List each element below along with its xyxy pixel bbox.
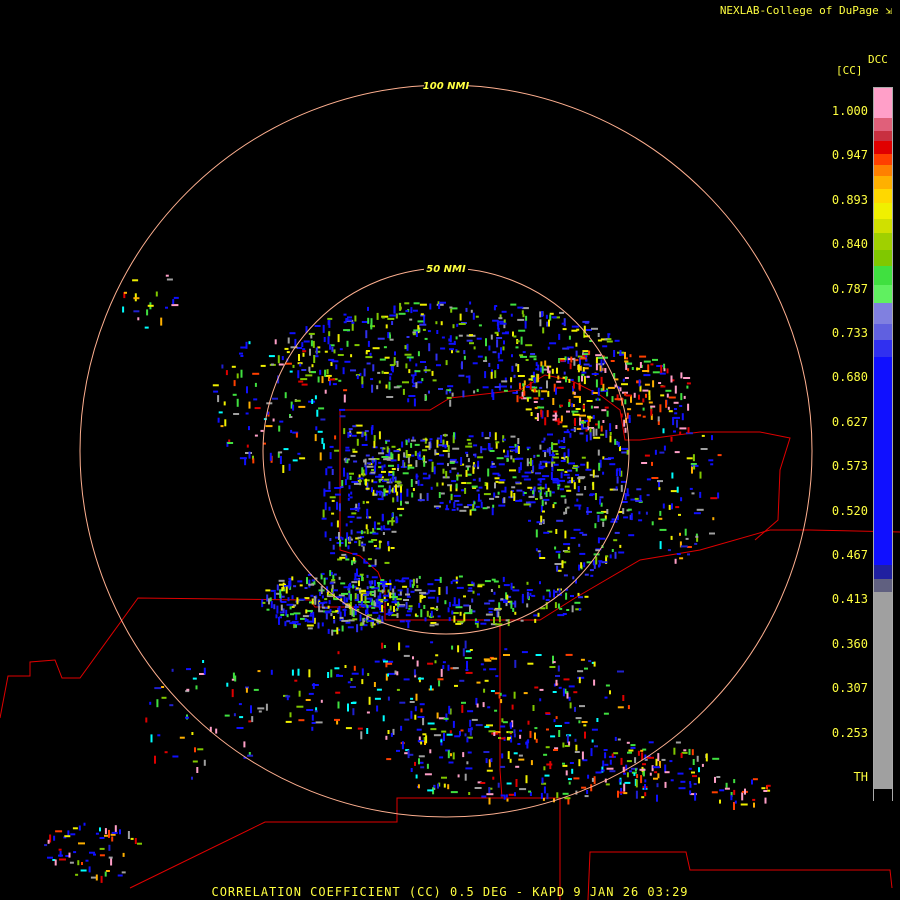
legend-tick-label: 0.627: [831, 414, 868, 429]
credit-link[interactable]: NEXLAB-College of DuPage ⇲: [720, 4, 892, 17]
legend-color-bar: [873, 87, 893, 801]
legend-swatch: [874, 303, 892, 325]
legend-swatch: [874, 788, 892, 801]
legend-tick-label: 0.413: [831, 592, 868, 607]
legend-tick-label: 1.000: [831, 104, 868, 118]
legend-tick-label: TH: [853, 770, 868, 784]
border-line: [0, 529, 900, 719]
border-line: [129, 797, 550, 889]
border-line: [499, 620, 561, 900]
legend-tick-label: 0.253: [831, 725, 868, 740]
legend-swatch: [874, 357, 892, 567]
legend-swatch: [874, 565, 892, 580]
legend-swatch: [874, 88, 892, 119]
legend-swatch: [874, 153, 892, 166]
radar-viewer: 100 NMI 50 NMI NEXLAB-College of DuPage ⇲…: [0, 0, 900, 900]
legend-tick-label: 0.520: [831, 503, 868, 518]
legend-tick-label: 0.840: [831, 237, 868, 252]
range-ring-label-100: 100 NMI: [423, 81, 470, 92]
legend-swatch: [874, 203, 892, 221]
legend-swatch: [874, 233, 892, 252]
legend-tick-label: 0.360: [831, 636, 868, 651]
legend-tick-label: 0.733: [831, 326, 868, 340]
legend-swatch: [874, 324, 892, 342]
legend-swatch: [874, 164, 892, 177]
legend-unit: [CC]: [836, 64, 863, 77]
legend-tick-label: 0.787: [831, 281, 868, 296]
legend-tick-label: 0.680: [831, 370, 868, 385]
legend-tick-label: 0.467: [831, 548, 868, 562]
legend-swatch: [874, 284, 892, 305]
product-caption: CORRELATION COEFFICIENT (CC) 0.5 DEG - K…: [211, 885, 689, 899]
legend-tick-label: 0.573: [831, 459, 868, 474]
legend-swatch: [874, 219, 892, 234]
legend-tick-label: 0.947: [831, 148, 868, 163]
radar-map: 100 NMI 50 NMI: [0, 79, 900, 900]
legend-swatch: [874, 592, 892, 791]
range-ring-label-50: 50 NMI: [426, 264, 466, 275]
legend-product: DCC: [868, 53, 888, 66]
legend-swatch: [874, 266, 892, 286]
legend-tick-label: 0.307: [831, 681, 868, 696]
radar-echoes: [44, 274, 771, 883]
legend-tick-label: 0.893: [831, 192, 868, 207]
legend-swatch: [874, 340, 892, 358]
legend-swatch: [874, 250, 892, 268]
state-borders: [0, 374, 900, 900]
legend-swatch: [874, 189, 892, 205]
